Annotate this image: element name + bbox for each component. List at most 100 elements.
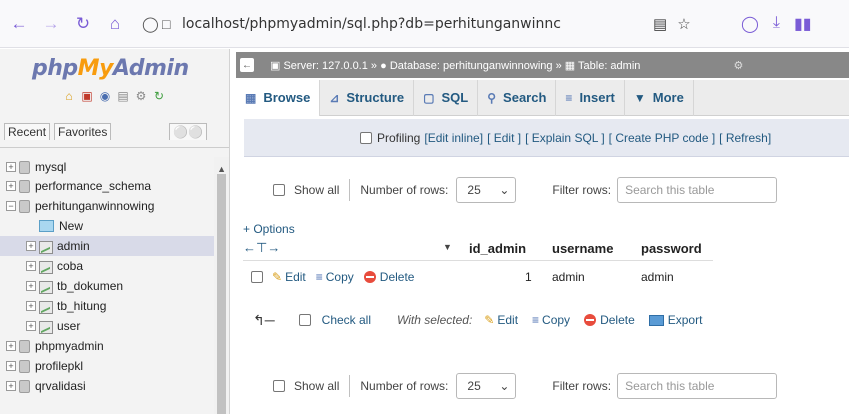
bulk-export-button[interactable]: Export — [648, 313, 702, 327]
address-bar[interactable]: ◯ □ localhost/phpmyadmin/sql.php?db=perh… — [142, 9, 707, 39]
sidebar-item-perhitunganwinnowing[interactable]: − perhitunganwinnowing — [0, 196, 215, 216]
column-nav-arrows-icon[interactable]: ←⊤→ — [243, 240, 280, 256]
reader-icon[interactable]: ▤ — [653, 15, 667, 33]
filter-input[interactable]: Search this table — [617, 373, 778, 399]
cell-id-admin[interactable]: 1 — [525, 270, 532, 284]
link-icon[interactable]: ⚪⚪ — [169, 123, 207, 140]
scroll-up-icon[interactable]: ▲ — [217, 164, 226, 174]
sidebar-item-mysql[interactable]: + mysql — [0, 157, 215, 177]
gear-icon[interactable]: ⚙ — [134, 89, 148, 103]
tab-insert[interactable]: ≡ Insert — [556, 79, 625, 116]
phpmyadmin-logo[interactable]: phpMyAdmin — [32, 56, 189, 81]
refresh-link[interactable]: [ Refresh] — [719, 131, 771, 145]
cell-password[interactable]: admin — [641, 270, 674, 284]
explain-sql-link[interactable]: [ Explain SQL ] — [525, 131, 605, 145]
rows-select[interactable]: 25 ⌄ — [456, 177, 517, 203]
back-icon[interactable]: ← — [6, 11, 32, 37]
show-all-label[interactable]: Show all — [294, 183, 339, 197]
profiling-checkbox[interactable] — [360, 131, 372, 144]
header-divider — [243, 260, 713, 261]
check-all-label[interactable]: Check all — [322, 313, 371, 327]
shield-icon[interactable]: ◯ — [142, 15, 162, 33]
scrollbar-thumb[interactable] — [217, 174, 226, 414]
cell-username[interactable]: admin — [552, 270, 585, 284]
sort-down-icon[interactable]: ▼ — [443, 242, 452, 252]
expand-icon[interactable]: + — [26, 261, 36, 271]
collapse-nav-icon[interactable]: ← — [240, 58, 254, 72]
column-header-id-admin[interactable]: id_admin — [469, 241, 526, 256]
expand-icon[interactable]: + — [6, 361, 16, 371]
edit-action[interactable]: ✎ Edit — [272, 270, 306, 284]
bulk-delete-label: Delete — [600, 313, 635, 327]
breadcrumb-database[interactable]: Database: perhitunganwinnowing — [390, 60, 553, 72]
sidebar-item-admin[interactable]: + admin — [0, 236, 215, 256]
tab-more[interactable]: ▼ More — [625, 79, 694, 116]
show-all-checkbox[interactable] — [273, 184, 285, 196]
expand-icon[interactable]: + — [6, 181, 16, 191]
breadcrumb-server[interactable]: Server: 127.0.0.1 — [283, 60, 367, 72]
rows-select[interactable]: 25 ⌄ — [456, 373, 517, 399]
edit-inline-link[interactable]: [Edit inline] — [424, 131, 483, 145]
tab-browse[interactable]: ▦ Browse — [236, 79, 321, 116]
help-icon[interactable]: ◉ — [98, 89, 112, 103]
expand-icon[interactable]: + — [26, 301, 36, 311]
column-header-password[interactable]: password — [641, 241, 702, 256]
sidebar-item-qrvalidasi[interactable]: + qrvalidasi — [0, 376, 215, 396]
sidebar-item-profilepkl[interactable]: + profilepkl — [0, 356, 215, 376]
sidebar-item-phpmyadmin[interactable]: + phpmyadmin — [0, 336, 215, 356]
sidebar-item-tb-dokumen[interactable]: + tb_dokumen — [0, 276, 215, 296]
column-header-username[interactable]: username — [552, 241, 613, 256]
star-icon[interactable]: ☆ — [677, 15, 690, 33]
check-all-checkbox[interactable] — [298, 314, 311, 326]
recent-favorites-tabs: Recent Favorites ⚪⚪ — [0, 121, 229, 148]
tab-recent[interactable]: Recent — [4, 123, 51, 140]
database-icon — [19, 339, 30, 353]
sidebar-item-label: New — [59, 219, 84, 233]
bulk-delete-button[interactable]: Delete — [584, 313, 635, 327]
bulk-copy-button[interactable]: ≡ Copy — [532, 313, 570, 327]
reload-icon[interactable]: ↻ — [152, 89, 166, 103]
expand-icon[interactable]: + — [6, 162, 16, 172]
collapse-icon[interactable]: − — [6, 201, 16, 211]
bulk-edit-button[interactable]: ✎ Edit — [484, 313, 518, 327]
logout-icon[interactable]: ▣ — [80, 89, 94, 103]
home-icon[interactable]: ⌂ — [102, 11, 128, 37]
tab-sql[interactable]: ▢ SQL — [414, 79, 479, 116]
breadcrumb-table[interactable]: Table: admin — [578, 60, 640, 72]
copy-action[interactable]: ≡ Copy — [316, 270, 354, 284]
show-all-checkbox[interactable] — [273, 380, 285, 392]
reload-icon[interactable]: ↻ — [70, 11, 96, 37]
pocket-icon[interactable]: ◯ — [741, 14, 759, 34]
gear-icon[interactable]: ⚙ — [733, 60, 743, 72]
expand-icon[interactable]: + — [6, 341, 16, 351]
tab-favorites[interactable]: Favorites — [54, 123, 112, 140]
navigation-panel: phpMyAdmin ⌂ ▣ ◉ ▤ ⚙ ↻ Recent Favorites … — [0, 49, 230, 414]
tab-structure[interactable]: ⊿ Structure — [320, 79, 415, 116]
structure-icon: ⊿ — [329, 90, 340, 105]
download-icon[interactable]: ⤓ — [773, 14, 780, 34]
sidebar-item-performance-schema[interactable]: + performance_schema — [0, 176, 215, 196]
sidebar-item-tb-hitung[interactable]: + tb_hitung — [0, 296, 215, 316]
docs-icon[interactable]: ▤ — [116, 89, 130, 103]
create-php-code-link[interactable]: [ Create PHP code ] — [609, 131, 716, 145]
edit-link[interactable]: [ Edit ] — [487, 131, 521, 145]
copy-label: Copy — [325, 270, 354, 284]
expand-icon[interactable]: + — [26, 241, 36, 251]
expand-icon[interactable]: + — [26, 321, 36, 331]
expand-icon[interactable]: + — [26, 281, 36, 291]
show-all-label[interactable]: Show all — [294, 379, 339, 393]
sidebar-item-new[interactable]: New — [0, 216, 215, 236]
library-icon[interactable]: ▮▮ — [794, 14, 812, 34]
url-text[interactable]: localhost/phpmyadmin/sql.php?db=perhitun… — [182, 16, 647, 32]
expand-icon[interactable]: + — [6, 381, 16, 391]
filter-input[interactable]: Search this table — [617, 177, 778, 203]
sidebar-item-coba[interactable]: + coba — [0, 256, 215, 276]
tab-search[interactable]: ⚲ Search — [478, 79, 557, 116]
home-icon[interactable]: ⌂ — [62, 89, 76, 103]
options-link[interactable]: + Options — [243, 222, 295, 236]
logo-admin: Admin — [112, 56, 189, 81]
sidebar-item-user[interactable]: + user — [0, 316, 215, 336]
forward-icon[interactable]: → — [38, 11, 64, 37]
row-checkbox[interactable] — [251, 271, 263, 283]
delete-action[interactable]: Delete — [363, 270, 414, 284]
